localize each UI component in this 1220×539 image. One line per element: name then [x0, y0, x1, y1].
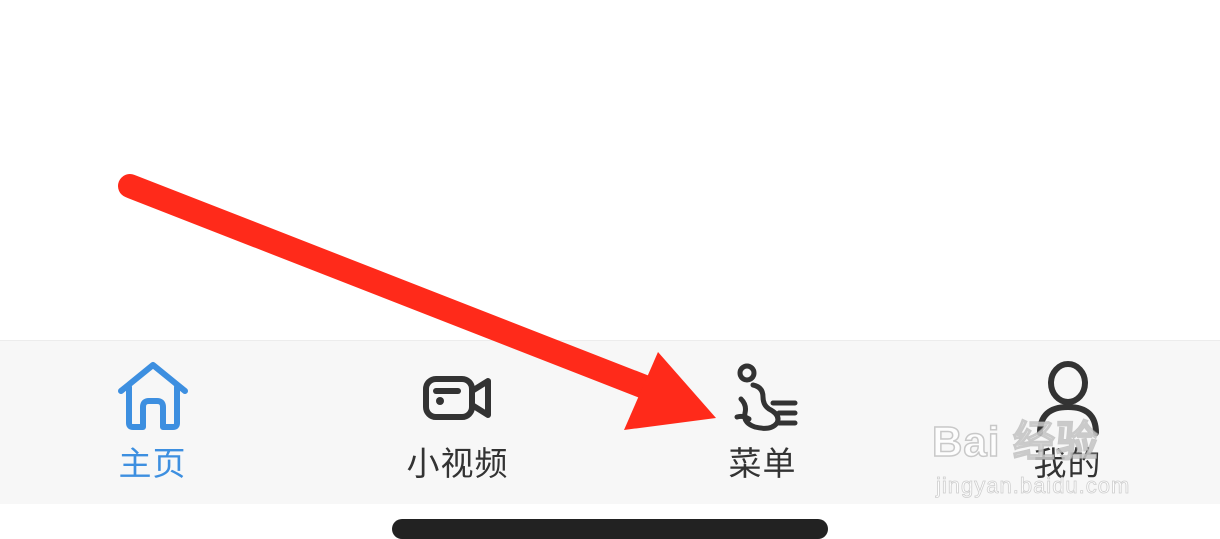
- menu-footprint-icon: [723, 357, 803, 437]
- tab-my-label: 我的: [1033, 444, 1102, 483]
- content-area: [0, 0, 1220, 340]
- tab-menu[interactable]: 菜单: [610, 341, 915, 504]
- video-camera-icon: [418, 357, 498, 437]
- user-profile-icon: [1028, 357, 1108, 437]
- home-icon: [113, 357, 193, 437]
- tab-home[interactable]: 主页: [0, 341, 305, 504]
- home-indicator: [392, 519, 828, 539]
- bottom-tab-bar: 主页 小视频 菜单 我的: [0, 340, 1220, 504]
- tab-menu-label: 菜单: [728, 444, 797, 483]
- tab-home-label: 主页: [118, 444, 187, 483]
- tab-my[interactable]: 我的: [915, 341, 1220, 504]
- tab-short-video-label: 小视频: [406, 444, 509, 483]
- tab-short-video[interactable]: 小视频: [305, 341, 610, 504]
